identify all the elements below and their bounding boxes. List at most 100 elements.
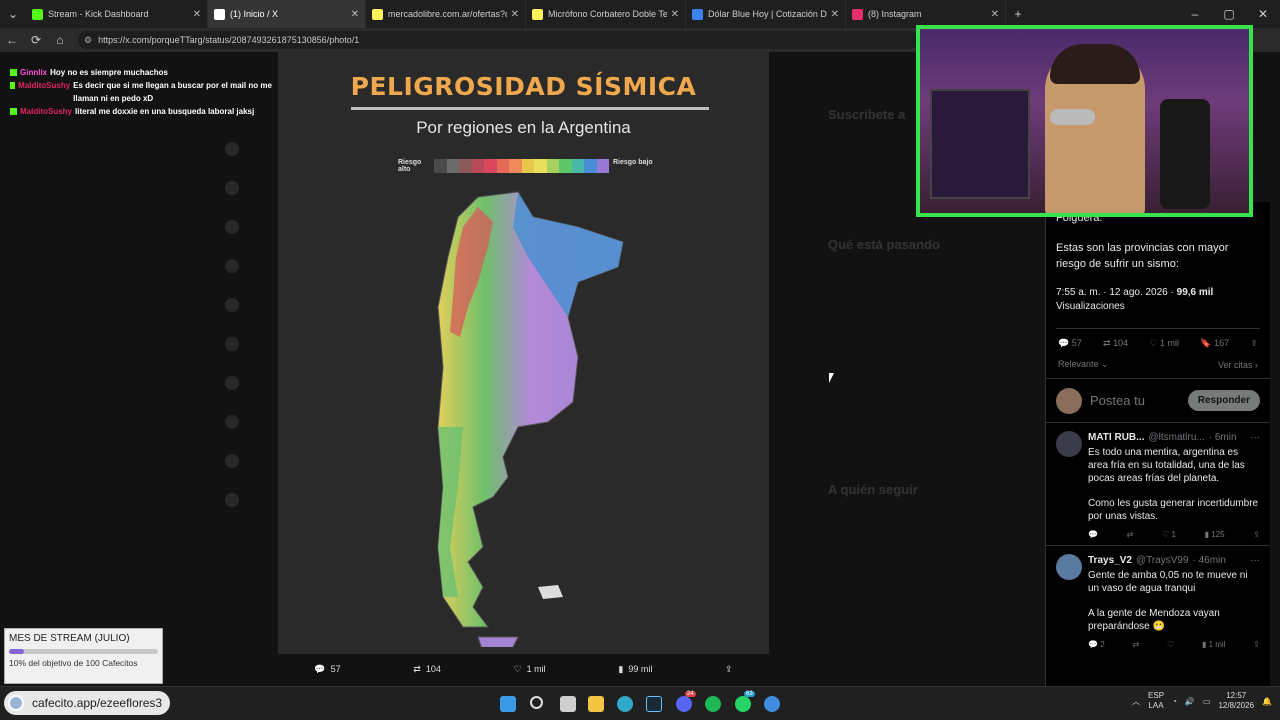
reply-share-icon[interactable]: ⇪	[1253, 530, 1260, 539]
goal-progress-bar	[9, 649, 158, 654]
photo-views-count: 99 mil	[628, 664, 653, 674]
site-info-icon[interactable]: ⚙	[84, 35, 92, 46]
tweet-photo[interactable]: PELIGROSIDAD SÍSMICA Por regiones en la …	[278, 52, 769, 654]
task-view-icon[interactable]	[560, 696, 576, 712]
cafecito-label: cafecito.app/ezeeflores3	[32, 696, 163, 710]
close-window-button[interactable]: ✕	[1246, 7, 1280, 21]
taskbar: cafecito.app/ezeeflores3 24 63 ︿ ESP LAA …	[0, 686, 1280, 720]
close-tab-icon[interactable]: ✕	[351, 9, 359, 20]
chevron-up-icon[interactable]: ︿	[1132, 696, 1140, 707]
map-title-divider	[351, 107, 709, 110]
reply-views-button[interactable]: ▮ 125	[1205, 530, 1225, 539]
tab-4[interactable]: Micrófono Corbatero Doble Terral ✕	[526, 0, 686, 28]
battery-icon[interactable]: ▭	[1203, 697, 1211, 706]
spotify-icon[interactable]	[705, 696, 721, 712]
tab-5[interactable]: Dólar Blue Hoy | Cotización Dólar ✕	[686, 0, 846, 28]
photo-views-button[interactable]: ▮ 99 mil	[618, 664, 652, 675]
reply-text: Gente de amba 0,05 no te mueve ni un vas…	[1088, 570, 1248, 594]
reply-handle: @ltsmatiru...	[1148, 432, 1205, 443]
mouse-cursor	[829, 373, 834, 383]
stream-chat-overlay: Ginnlix Hoy no es siempre muchachos Maldit…	[10, 66, 280, 118]
close-tab-icon[interactable]: ✕	[511, 9, 519, 20]
more-icon[interactable]: ···	[1250, 554, 1260, 567]
photo-like-button[interactable]: ♡ 1 mil	[514, 664, 546, 675]
reply-author[interactable]: Trays_V2	[1088, 554, 1132, 567]
windows-start-icon[interactable]	[500, 696, 516, 712]
reply-reply-button[interactable]: 💬	[1088, 530, 1098, 539]
photo-reply-count: 57	[330, 664, 341, 674]
reply-item[interactable]: Trays_V2 @TraysV99 · 46min ··· Gente de amba…	[1046, 545, 1270, 655]
lang-top: ESP	[1148, 691, 1165, 700]
edge-icon[interactable]	[617, 696, 633, 712]
file-explorer-icon[interactable]	[588, 696, 604, 712]
reply-like-count: 1	[1171, 530, 1176, 539]
url-field[interactable]: ⚙ https://x.com/porqueTTarg/status/20874…	[78, 31, 918, 49]
reply-like-button[interactable]: ♡	[1167, 640, 1174, 649]
new-tab-button[interactable]: +	[1006, 7, 1030, 21]
search-icon[interactable]	[530, 696, 543, 709]
whatsapp-icon[interactable]	[735, 696, 751, 712]
discord-icon[interactable]	[676, 696, 692, 712]
reply-composer: Postea tu Responder	[1046, 378, 1270, 422]
back-icon[interactable]: ←	[0, 33, 24, 47]
share-icon: ⇪	[725, 663, 733, 674]
tweet-reply-count: 57	[1071, 338, 1082, 348]
photo-reply-button[interactable]: 💬 57	[314, 664, 340, 675]
tab-2[interactable]: (1) Inicio / X ✕	[208, 0, 366, 28]
home-icon[interactable]: ⌂	[48, 33, 72, 47]
chat-message: Ginnlix Hoy no es siempre muchachos	[10, 66, 280, 79]
tab-title: (1) Inicio / X	[230, 9, 279, 19]
reply-icon: 💬	[314, 663, 326, 674]
legend-swatch	[484, 159, 497, 173]
chat-text: Es decir que si me llegan a buscar por e…	[73, 81, 272, 103]
reply-like-button[interactable]: ♡ 1	[1162, 530, 1176, 539]
volume-icon[interactable]: 🔊	[1185, 697, 1195, 706]
steam-icon[interactable]	[646, 696, 662, 712]
reply-repost-button[interactable]: ⇄	[1127, 530, 1134, 539]
legend-swatch	[459, 159, 472, 173]
close-tab-icon[interactable]: ✕	[991, 9, 999, 20]
app-icon[interactable]	[764, 696, 780, 712]
notification-icon[interactable]: 🔔	[1262, 697, 1272, 706]
tab-title: (8) Instagram	[868, 9, 922, 19]
ghost-whats-happening: Qué está pasando	[828, 237, 940, 252]
tweet-repost-button[interactable]: ⇄ 104	[1103, 338, 1128, 349]
reply-input[interactable]: Postea tu	[1090, 393, 1188, 408]
legend-swatch	[534, 159, 547, 173]
reply-item[interactable]: MATI RUB... @ltsmatiru... · 6min ··· Es todo…	[1046, 422, 1270, 545]
tab-search-icon[interactable]: ⌄	[0, 7, 26, 21]
reply-avatar[interactable]	[1056, 431, 1082, 457]
reply-repost-button[interactable]: ⇄	[1132, 640, 1139, 649]
tab-6[interactable]: (8) Instagram ✕	[846, 0, 1006, 28]
legend-swatch	[571, 159, 584, 173]
tweet-share-icon[interactable]: ⇪	[1250, 338, 1258, 349]
photo-share-button[interactable]: ⇪	[725, 664, 733, 675]
minimize-button[interactable]: –	[1178, 7, 1212, 21]
close-tab-icon[interactable]: ✕	[671, 9, 679, 20]
reload-icon[interactable]: ⟳	[24, 33, 48, 47]
tweet-like-button[interactable]: ♡ 1 mil	[1149, 338, 1179, 349]
maximize-button[interactable]: ▢	[1212, 7, 1246, 21]
sort-dropdown[interactable]: Relevante ⌄	[1058, 359, 1109, 370]
reply-avatar[interactable]	[1056, 554, 1082, 580]
language-indicator[interactable]: ESP LAA	[1148, 691, 1164, 711]
reply-views-button[interactable]: ▮ 1 mil	[1202, 640, 1226, 649]
reply-share-icon[interactable]: ⇪	[1253, 640, 1260, 649]
photo-repost-button[interactable]: ⇄ 104	[413, 664, 441, 675]
reply-button[interactable]: Responder	[1187, 390, 1260, 411]
tweet-bookmark-button[interactable]: 🔖 167	[1200, 338, 1229, 349]
ghost-subscribe: Suscríbete a	[828, 107, 906, 122]
ghost-nav	[225, 142, 265, 532]
reply-reply-button[interactable]: 💬 2	[1088, 640, 1105, 649]
wifi-icon[interactable]: ◔	[1172, 697, 1177, 706]
close-tab-icon[interactable]: ✕	[193, 9, 201, 20]
chat-message: MalditoSushy literal me doxxie en una bus…	[10, 105, 280, 118]
more-icon[interactable]: ···	[1250, 431, 1260, 444]
view-quotes-link[interactable]: Ver citas ›	[1218, 360, 1258, 370]
tab-3[interactable]: mercadolibre.com.ar/ofertas?cont ✕	[366, 0, 526, 28]
clock[interactable]: 12:57 12/8/2026	[1218, 691, 1254, 711]
tweet-reply-button[interactable]: 💬 57	[1058, 338, 1082, 349]
tab-1[interactable]: Stream - Kick Dashboard ✕	[26, 0, 208, 28]
close-tab-icon[interactable]: ✕	[831, 9, 839, 20]
reply-author[interactable]: MATI RUB...	[1088, 431, 1144, 444]
